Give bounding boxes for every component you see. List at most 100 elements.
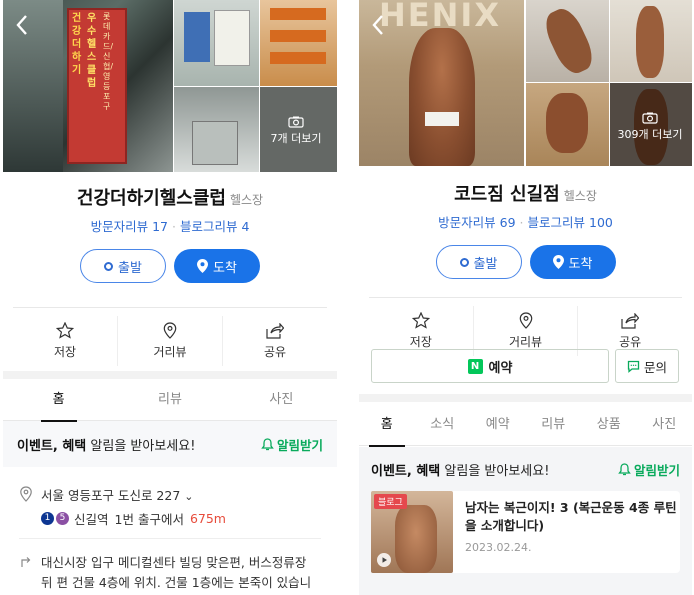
address-row: 서울 영등포구 도신로 227 ⌄ 1 5 신길역 1번 출구에서 675m [19, 475, 321, 538]
share-label: 공유 [619, 334, 642, 349]
location-pin-icon [552, 255, 564, 269]
photo-3[interactable] [610, 0, 692, 82]
share-label: 공유 [263, 344, 287, 359]
depart-label: 출발 [473, 256, 498, 272]
depart-label: 출발 [118, 260, 142, 276]
arrive-button[interactable]: 도착 [174, 249, 260, 283]
sign-text-3: 롯데카드/신협/영등포구 [103, 12, 114, 111]
tab-news[interactable]: 소식 [415, 404, 471, 446]
alarm-label: 알림받기 [276, 437, 323, 453]
reserve-label: 예약 [488, 360, 513, 376]
more-photos-text: 7개 더보기 [270, 132, 322, 145]
map-pin-outline-icon [163, 322, 177, 339]
share-icon [621, 312, 640, 329]
tab-reservation[interactable]: 예약 [470, 404, 526, 446]
directions-text: 대신시장 입구 메디컬센타 빌딩 맞은편, 버스정류장 뒤 편 건물 4층에 위… [41, 555, 312, 590]
tab-review[interactable]: 리뷰 [526, 404, 582, 446]
arrive-label: 도착 [213, 260, 237, 276]
photo-3[interactable] [260, 0, 337, 86]
place-category: 헬스장 [563, 189, 597, 203]
address-line[interactable]: 서울 영등포구 도신로 227 ⌄ [41, 485, 226, 504]
photo-2[interactable] [526, 0, 609, 82]
photo-4[interactable] [174, 87, 259, 172]
photo-grid[interactable]: HENIX 309개 더보기 [359, 0, 692, 166]
photo-4[interactable] [526, 83, 609, 166]
place-title: 건강더하기헬스클럽 [76, 188, 226, 209]
location-pin-icon [197, 259, 209, 273]
photo-grid[interactable]: 건강더하기 우수헬스클럽 롯데카드/신협/영등포구 7개 더보기 [3, 0, 337, 172]
bell-icon [618, 462, 631, 475]
subway-info: 1 5 신길역 1번 출구에서 675m [41, 509, 226, 528]
review-links: 방문자리뷰 17 · 블로그리뷰 4 [90, 219, 250, 234]
back-arrow-icon[interactable] [371, 14, 385, 36]
home-content: 이벤트, 혜택 알림을 받아보세요! 알림받기 블로그 남자는 복근이지! 3 … [359, 447, 692, 595]
share-button[interactable]: 공유 [222, 316, 327, 366]
chevron-down-icon[interactable]: ⌄ [184, 490, 193, 503]
review-links: 방문자리뷰 69 · 블로그리뷰 100 [438, 215, 613, 230]
event-text: 이벤트, 혜택 알림을 받아보세요! [371, 460, 549, 479]
tab-review[interactable]: 리뷰 [114, 379, 225, 421]
tab-bar: 홈 리뷰 사진 [3, 379, 337, 421]
depart-button[interactable]: 출발 [435, 245, 522, 279]
directions-arrow-icon [21, 557, 31, 567]
arrive-button[interactable]: 도착 [529, 245, 616, 279]
blog-reviews-link[interactable]: 블로그리뷰 100 [528, 215, 613, 230]
event-text-bold: 이벤트, 혜택 [371, 463, 441, 479]
event-text: 이벤트, 혜택 알림을 받아보세요! [17, 435, 195, 454]
inquiry-button[interactable]: 문의 [615, 349, 679, 383]
place-title: 코드짐 신길점 [454, 184, 560, 205]
save-button[interactable]: 저장 [13, 316, 117, 366]
route-buttons: 출발 도착 [3, 249, 337, 283]
sign-text-1: 건강더하기 [72, 13, 82, 76]
street-view-button[interactable]: 거리뷰 [117, 316, 222, 366]
event-banner: 이벤트, 혜택 알림을 받아보세요! 알림받기 [359, 447, 692, 491]
action-bar: 저장 거리뷰 공유 [369, 297, 682, 356]
action-bar: 저장 거리뷰 공유 [13, 307, 327, 366]
visitor-reviews-link[interactable]: 방문자리뷰 17 [91, 219, 168, 234]
location-outline-icon [20, 486, 32, 502]
save-label: 저장 [53, 345, 77, 359]
route-buttons: 출발 도착 [359, 245, 692, 279]
street-view-label: 거리뷰 [153, 345, 187, 359]
blog-thumbnail[interactable]: 블로그 [371, 491, 453, 573]
tab-home[interactable]: 홈 [3, 379, 114, 421]
more-photos-label[interactable]: 7개 더보기 [261, 116, 331, 146]
place-title-row: 건강더하기헬스클럽 헬스장 [3, 184, 337, 210]
distance-text: 675m [189, 511, 226, 526]
share-icon [266, 322, 284, 339]
tab-photo[interactable]: 사진 [637, 404, 693, 446]
event-banner: 이벤트, 혜택 알림을 받아보세요! 알림받기 [3, 421, 337, 467]
right-place-panel: HENIX 309개 더보기 코드짐 신길점 헬스장 방문자리뷰 69 · 블로그리뷰… [359, 0, 692, 595]
alarm-button[interactable]: 알림받기 [261, 435, 323, 454]
reserve-button[interactable]: N 예약 [371, 349, 609, 383]
chat-bubble-icon [627, 360, 640, 373]
alarm-label: 알림받기 [633, 462, 680, 478]
blog-title[interactable]: 남자는 복근이지! 3 (복근운동 4종 루틴을 소개합니다) [465, 499, 680, 535]
tab-photo[interactable]: 사진 [226, 379, 337, 421]
alarm-button[interactable]: 알림받기 [618, 460, 680, 479]
back-arrow-icon[interactable] [15, 14, 29, 36]
more-photos-label[interactable]: 309개 더보기 [610, 112, 690, 142]
tab-products[interactable]: 상품 [581, 404, 637, 446]
naver-n-icon: N [467, 358, 483, 374]
play-icon [377, 553, 391, 567]
blog-text: 남자는 복근이지! 3 (복근운동 4종 루틴을 소개합니다) 2023.02.… [465, 491, 680, 573]
blog-reviews-link[interactable]: 블로그리뷰 4 [180, 219, 249, 234]
tab-bar: 홈 소식 예약 리뷰 상품 사진 [359, 404, 692, 446]
blog-date: 2023.02.24. [465, 541, 532, 554]
event-text-bold: 이벤트, 혜택 [17, 438, 87, 454]
arrive-label: 도착 [568, 256, 593, 272]
save-label: 저장 [409, 335, 432, 349]
sign-text-2: 우수헬스클럽 [87, 13, 97, 89]
blog-badge: 블로그 [374, 494, 407, 509]
photo-2[interactable] [174, 0, 259, 86]
visitor-reviews-link[interactable]: 방문자리뷰 69 [438, 215, 515, 230]
exit-text: 1번 출구에서 [114, 512, 184, 527]
depart-button[interactable]: 출발 [80, 249, 166, 283]
blog-post-card[interactable]: 블로그 남자는 복근이지! 3 (복근운동 4종 루틴을 소개합니다) 2023… [371, 491, 680, 573]
star-icon [56, 322, 74, 339]
more-photos-text: 309개 더보기 [617, 128, 683, 141]
event-text-rest: 알림을 받아보세요! [86, 438, 196, 454]
event-text-rest: 알림을 받아보세요! [440, 463, 550, 479]
tab-home[interactable]: 홈 [359, 404, 415, 446]
